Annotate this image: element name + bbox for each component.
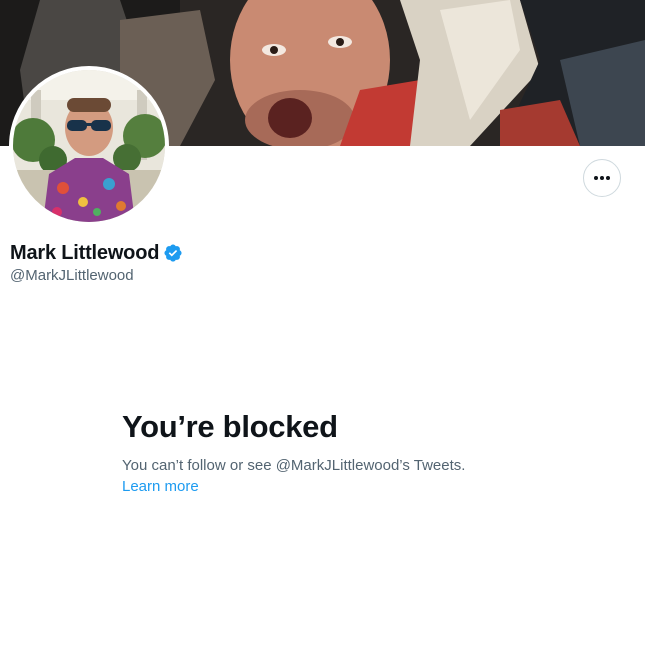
more-options-button[interactable]	[583, 159, 621, 197]
profile-avatar[interactable]	[9, 66, 169, 226]
profile-handle: @MarkJLittlewood	[10, 267, 134, 284]
blocked-message: You can’t follow or see @MarkJLittlewood…	[122, 457, 466, 474]
more-horizontal-icon	[594, 176, 610, 180]
blocked-notice: You’re blocked You can’t follow or see @…	[122, 406, 542, 498]
profile-name-row: Mark Littlewood	[10, 240, 183, 266]
learn-more-link[interactable]: Learn more	[122, 476, 542, 498]
display-name: Mark Littlewood	[10, 241, 160, 264]
blocked-title: You’re blocked	[122, 409, 338, 444]
profile-page: Mark Littlewood @MarkJLittlewood You’re …	[0, 0, 645, 660]
verified-badge-icon	[163, 243, 183, 263]
